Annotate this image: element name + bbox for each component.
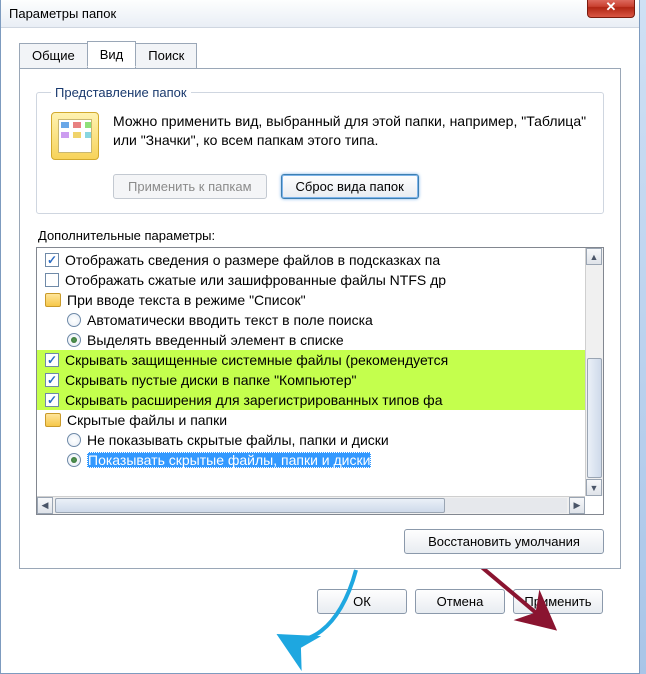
- setting-label: Отображать сжатые или зашифрованные файл…: [65, 272, 446, 288]
- apply-to-folders-button: Применить к папкам: [113, 174, 267, 199]
- setting-label: Отображать сведения о размере файлов в п…: [65, 252, 440, 268]
- apply-button[interactable]: Применить: [513, 589, 603, 614]
- tree-viewport: Отображать сведения о размере файлов в п…: [37, 248, 585, 496]
- setting-hidden-files-group: Скрытые файлы и папки: [37, 410, 585, 430]
- radio-icon[interactable]: [67, 333, 81, 347]
- window-title: Параметры папок: [9, 6, 116, 21]
- apply-to-folders-label: Применить к папкам: [128, 179, 252, 194]
- setting-size-info-tooltip[interactable]: Отображать сведения о размере файлов в п…: [37, 250, 585, 270]
- setting-typing-list-mode: При вводе текста в режиме "Список": [37, 290, 585, 310]
- dialog-button-row: ОК Отмена Применить: [19, 575, 621, 614]
- setting-show-compressed-ntfs[interactable]: Отображать сжатые или зашифрованные файл…: [37, 270, 585, 290]
- setting-auto-type-search[interactable]: Автоматически вводить текст в поле поиск…: [37, 310, 585, 330]
- reset-folders-button[interactable]: Сброс вида папок: [281, 174, 419, 199]
- close-button[interactable]: ✕: [587, 0, 635, 18]
- cancel-label: Отмена: [437, 594, 484, 609]
- tab-strip: Общие Вид Поиск: [19, 43, 621, 69]
- setting-label: Скрывать пустые диски в папке "Компьютер…: [65, 372, 356, 388]
- content-area: Общие Вид Поиск Представление папок Можн…: [1, 28, 639, 628]
- titlebar: Параметры папок ✕: [1, 0, 639, 28]
- folder-options-window: Параметры папок ✕ Общие Вид Поиск Предст…: [0, 0, 640, 674]
- folder-icon: [45, 293, 61, 307]
- scroll-thumb[interactable]: [55, 498, 445, 513]
- scroll-down-arrow-icon[interactable]: ▼: [586, 479, 602, 496]
- setting-hide-empty-drives[interactable]: Скрывать пустые диски в папке "Компьютер…: [37, 370, 585, 390]
- checkbox-icon[interactable]: [45, 353, 59, 367]
- setting-label: Скрывать расширения для зарегистрированн…: [65, 392, 442, 408]
- scroll-up-arrow-icon[interactable]: ▲: [586, 248, 602, 265]
- apply-label: Применить: [524, 594, 591, 609]
- scroll-thumb[interactable]: [587, 358, 602, 478]
- checkbox-icon[interactable]: [45, 253, 59, 267]
- setting-hide-known-extensions[interactable]: Скрывать расширения для зарегистрированн…: [37, 390, 585, 410]
- cancel-button[interactable]: Отмена: [415, 589, 505, 614]
- folder-views-description: Можно применить вид, выбранный для этой …: [113, 112, 589, 150]
- advanced-settings-label: Дополнительные параметры:: [38, 228, 604, 243]
- reset-folders-label: Сброс вида папок: [296, 179, 404, 194]
- tab-view-label: Вид: [100, 47, 124, 62]
- setting-hide-protected-os-files[interactable]: Скрывать защищенные системные файлы (рек…: [37, 350, 585, 370]
- radio-icon[interactable]: [67, 453, 81, 467]
- restore-defaults-label: Восстановить умолчания: [428, 534, 580, 549]
- setting-label: Выделять введенный элемент в списке: [87, 332, 344, 348]
- checkbox-icon[interactable]: [45, 273, 59, 287]
- setting-label: Автоматически вводить текст в поле поиск…: [87, 312, 373, 328]
- folder-views-group: Представление папок Можно применить вид,…: [36, 85, 604, 214]
- scroll-right-arrow-icon[interactable]: ▶: [569, 497, 585, 514]
- setting-dont-show-hidden[interactable]: Не показывать скрытые файлы, папки и дис…: [37, 430, 585, 450]
- setting-label: При вводе текста в режиме "Список": [67, 292, 306, 308]
- tab-view[interactable]: Вид: [87, 41, 137, 67]
- advanced-settings-tree: Отображать сведения о размере файлов в п…: [36, 247, 604, 515]
- ok-button[interactable]: ОК: [317, 589, 407, 614]
- close-icon: ✕: [606, 0, 617, 15]
- tab-general-label: Общие: [32, 48, 75, 63]
- checkbox-icon[interactable]: [45, 393, 59, 407]
- folder-views-icon: [51, 112, 99, 160]
- window-edge-decoration: [640, 0, 646, 674]
- setting-show-hidden[interactable]: Показывать скрытые файлы, папки и диски: [37, 450, 585, 470]
- setting-label: Скрытые файлы и папки: [67, 412, 227, 428]
- setting-select-typed-item[interactable]: Выделять введенный элемент в списке: [37, 330, 585, 350]
- folder-views-legend: Представление папок: [51, 85, 191, 100]
- folder-icon: [45, 413, 61, 427]
- radio-icon[interactable]: [67, 433, 81, 447]
- setting-label: Не показывать скрытые файлы, папки и дис…: [87, 432, 389, 448]
- vertical-scrollbar[interactable]: ▲ ▼: [585, 248, 603, 496]
- horizontal-scrollbar[interactable]: ◀ ▶: [37, 496, 585, 514]
- restore-defaults-button[interactable]: Восстановить умолчания: [404, 529, 604, 554]
- tab-search[interactable]: Поиск: [135, 43, 197, 69]
- view-tab-panel: Представление папок Можно применить вид,…: [19, 68, 621, 569]
- scroll-left-arrow-icon[interactable]: ◀: [37, 497, 53, 514]
- tab-general[interactable]: Общие: [19, 43, 88, 69]
- tab-search-label: Поиск: [148, 48, 184, 63]
- radio-icon[interactable]: [67, 313, 81, 327]
- ok-label: ОК: [353, 594, 371, 609]
- setting-label: Скрывать защищенные системные файлы (рек…: [65, 352, 448, 368]
- checkbox-icon[interactable]: [45, 373, 59, 387]
- setting-label: Показывать скрытые файлы, папки и диски: [87, 452, 371, 468]
